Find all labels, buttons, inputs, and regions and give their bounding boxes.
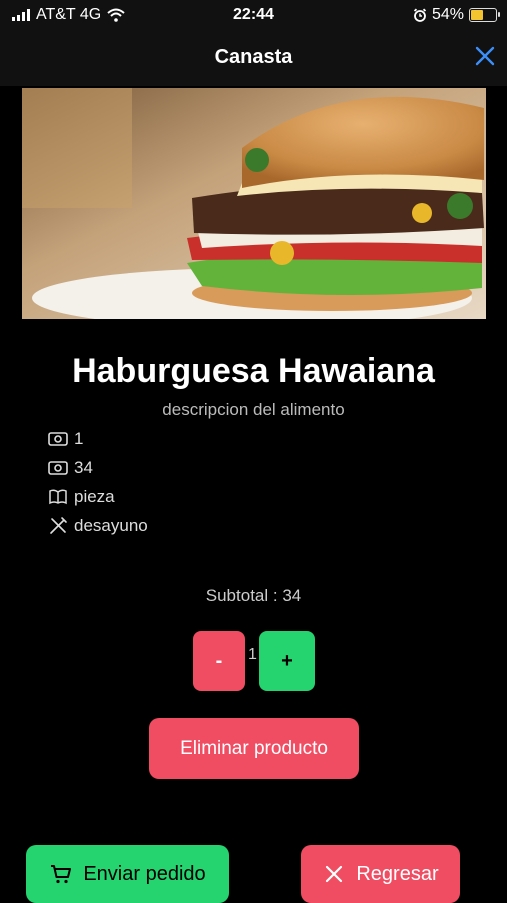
product-image — [22, 88, 486, 319]
utensils-icon — [50, 516, 67, 534]
detail-unit: pieza — [48, 482, 148, 511]
money-icon — [48, 460, 68, 475]
cart-icon — [51, 865, 72, 884]
detail-quantity: 1 — [48, 424, 148, 453]
money-icon — [48, 431, 68, 446]
detail-category: desayuno — [48, 511, 148, 540]
book-icon — [49, 488, 67, 504]
back-label: Regresar — [356, 862, 439, 885]
close-icon — [326, 865, 343, 883]
nav-bar: Canasta — [0, 30, 507, 86]
status-bar: AT&T 4G 22:44 54% — [0, 0, 507, 30]
alarm-icon — [413, 8, 427, 22]
delete-product-label: Eliminar producto — [180, 737, 328, 759]
detail-value: 1 — [74, 428, 84, 448]
product-name: Haburguesa Hawaiana — [72, 352, 435, 390]
send-order-button[interactable]: Enviar pedido — [26, 845, 229, 903]
detail-value: pieza — [74, 486, 115, 506]
product-details: 1 34 pieza desayuno — [48, 424, 148, 540]
subtotal: Subtotal : 34 — [205, 586, 302, 605]
back-button[interactable]: Regresar — [301, 845, 460, 903]
send-order-label: Enviar pedido — [83, 862, 206, 885]
decrease-quantity-button[interactable]: - — [193, 631, 245, 691]
page-title: Canasta — [214, 46, 293, 68]
increase-quantity-button[interactable]: + — [259, 631, 315, 691]
delete-product-button[interactable]: Eliminar producto — [149, 718, 359, 779]
detail-value: 34 — [74, 457, 93, 477]
battery-icon — [469, 8, 500, 22]
close-icon[interactable] — [473, 44, 497, 68]
product-description: descripcion del alimento — [162, 400, 345, 419]
quantity-value: 1 — [248, 646, 257, 663]
battery-percent: 54% — [431, 6, 464, 23]
detail-price: 34 — [48, 453, 148, 482]
battery-info: 54% — [413, 6, 500, 24]
detail-value: desayuno — [74, 515, 148, 535]
